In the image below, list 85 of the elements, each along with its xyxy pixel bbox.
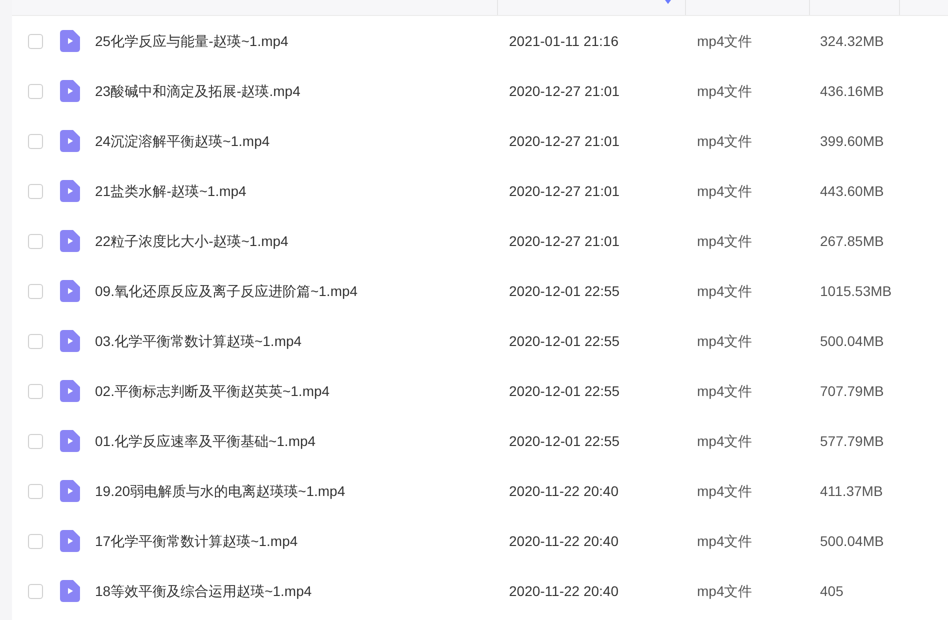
file-type: mp4文件 (696, 282, 754, 301)
file-row[interactable]: 23酸碱中和滴定及拓展-赵瑛.mp4 2020-12-27 21:01 mp4文件 436.16MB (12, 66, 948, 116)
video-file-icon (60, 480, 80, 502)
file-type: mp4文件 (696, 132, 754, 151)
file-row[interactable]: 02.平衡标志判断及平衡赵英英~1.mp4 2020-12-01 22:55 mp4文件 707.79MB (12, 366, 948, 416)
file-size: 577.79MB (819, 432, 885, 450)
checkbox[interactable] (28, 234, 43, 248)
file-name: 09.氧化还原反应及离子反应进阶篇~1.mp4 (95, 282, 358, 301)
file-name: 19.20弱电解质与水的电离赵瑛瑛~1.mp4 (95, 482, 346, 501)
file-type: mp4文件 (696, 482, 754, 501)
file-size: 436.16MB (819, 82, 885, 100)
video-file-icon (60, 330, 80, 352)
file-type: mp4文件 (696, 332, 754, 351)
modified-time: 2020-11-22 20:40 (508, 482, 620, 500)
video-file-icon (60, 280, 80, 302)
modified-time: 2020-12-01 22:55 (508, 432, 621, 450)
file-name: 03.化学平衡常数计算赵瑛~1.mp4 (95, 332, 302, 351)
modified-time: 2020-12-27 21:01 (508, 132, 621, 150)
file-name: 01.化学反应速率及平衡基础~1.mp4 (95, 432, 316, 451)
file-size: 267.85MB (819, 232, 885, 250)
modified-time: 2020-12-01 22:55 (508, 382, 621, 400)
file-type: mp4文件 (696, 82, 754, 101)
modified-time: 2020-12-27 21:01 (508, 232, 621, 250)
file-size: 707.79MB (819, 382, 885, 400)
file-size: 324.32MB (819, 32, 885, 50)
file-row[interactable]: 01.化学反应速率及平衡基础~1.mp4 2020-12-01 22:55 mp4文件 577.79MB (12, 416, 948, 466)
file-type: mp4文件 (696, 582, 754, 601)
checkbox[interactable] (28, 434, 43, 448)
file-row[interactable]: 22粒子浓度比大小-赵瑛~1.mp4 2020-12-27 21:01 mp4文件 267.85MB (12, 216, 948, 266)
video-file-icon (60, 380, 80, 402)
modified-time: 2020-12-01 22:55 (508, 332, 621, 350)
file-name: 24沉淀溶解平衡赵瑛~1.mp4 (95, 132, 270, 151)
file-size: 500.04MB (819, 532, 885, 550)
checkbox[interactable] (28, 584, 43, 598)
file-row[interactable]: 21盐类水解-赵瑛~1.mp4 2020-12-27 21:01 mp4文件 443.60MB (12, 166, 948, 216)
modified-time: 2021-01-11 21:16 (508, 32, 620, 50)
file-name: 21盐类水解-赵瑛~1.mp4 (95, 182, 246, 201)
file-name: 18等效平衡及综合运用赵瑛~1.mp4 (95, 582, 312, 601)
modified-time: 2020-12-01 22:55 (508, 282, 621, 300)
video-file-icon (60, 230, 80, 252)
file-type: mp4文件 (696, 432, 754, 451)
modified-time: 2020-12-27 21:01 (508, 182, 621, 200)
video-file-icon (60, 80, 80, 102)
file-type: mp4文件 (696, 382, 754, 401)
video-file-icon (60, 30, 80, 52)
checkbox[interactable] (28, 84, 43, 98)
file-row[interactable]: 24沉淀溶解平衡赵瑛~1.mp4 2020-12-27 21:01 mp4文件 399.60MB (12, 116, 948, 166)
video-file-icon (60, 430, 80, 452)
checkbox[interactable] (28, 534, 43, 548)
file-row[interactable]: 17化学平衡常数计算赵瑛~1.mp4 2020-11-22 20:40 mp4文件 500.04MB (12, 516, 948, 566)
file-row[interactable]: 03.化学平衡常数计算赵瑛~1.mp4 2020-12-01 22:55 mp4文件 500.04MB (12, 316, 948, 366)
modified-time: 2020-11-22 20:40 (508, 532, 620, 550)
video-file-icon (60, 180, 80, 202)
file-name: 23酸碱中和滴定及拓展-赵瑛.mp4 (95, 82, 300, 101)
file-name: 02.平衡标志判断及平衡赵英英~1.mp4 (95, 382, 330, 401)
file-row[interactable]: 09.氧化还原反应及离子反应进阶篇~1.mp4 2020-12-01 22:55 mp4文件 1015.53MB (12, 266, 948, 316)
file-type: mp4文件 (696, 532, 754, 551)
file-name: 17化学平衡常数计算赵瑛~1.mp4 (95, 532, 298, 551)
file-type: mp4文件 (696, 182, 754, 201)
file-row[interactable]: 18等效平衡及综合运用赵瑛~1.mp4 2020-11-22 20:40 mp4文件 405 (12, 566, 948, 616)
checkbox[interactable] (28, 284, 43, 298)
file-size: 443.60MB (819, 182, 885, 200)
file-type: mp4文件 (696, 232, 754, 251)
checkbox[interactable] (28, 34, 43, 48)
checkbox[interactable] (28, 184, 43, 198)
file-size: 399.60MB (819, 132, 885, 150)
checkbox[interactable] (28, 384, 43, 398)
file-row[interactable]: 19.20弱电解质与水的电离赵瑛瑛~1.mp4 2020-11-22 20:40 mp4文件 411.37MB (12, 466, 948, 516)
sort-caret-icon[interactable] (665, 0, 671, 4)
checkbox[interactable] (28, 484, 43, 498)
file-name: 22粒子浓度比大小-赵瑛~1.mp4 (95, 232, 288, 251)
checkbox[interactable] (28, 134, 43, 148)
video-file-icon (60, 530, 80, 552)
file-size: 500.04MB (819, 332, 885, 350)
video-file-icon (60, 580, 80, 602)
modified-time: 2020-12-27 21:01 (508, 82, 621, 100)
video-file-icon (60, 130, 80, 152)
file-type: mp4文件 (696, 32, 754, 51)
file-size: 411.37MB (819, 482, 884, 500)
file-row[interactable]: 25化学反应与能量-赵瑛~1.mp4 2021-01-11 21:16 mp4文件 324.32MB (12, 16, 948, 66)
file-size: 1015.53MB (819, 282, 893, 300)
modified-time: 2020-11-22 20:40 (508, 582, 620, 600)
checkbox[interactable] (28, 334, 43, 348)
file-name: 25化学反应与能量-赵瑛~1.mp4 (95, 32, 288, 51)
file-size: 405 (819, 582, 844, 600)
